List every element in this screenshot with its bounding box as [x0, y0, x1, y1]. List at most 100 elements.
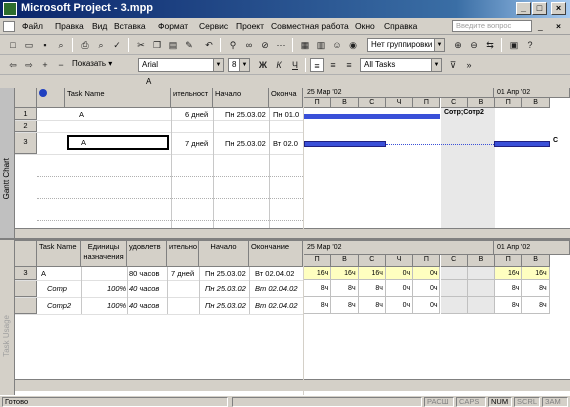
start-cell[interactable]: Пн 25.03.02 — [205, 300, 246, 311]
gantt-bar[interactable] — [304, 141, 386, 147]
duration-cell[interactable]: 7 дней — [171, 268, 194, 279]
copy-icon[interactable]: ❐ — [150, 38, 164, 52]
finish-cell[interactable]: Вт 02.04.02 — [255, 268, 294, 279]
doc-minimize-button[interactable]: _ — [538, 21, 543, 31]
finish-cell[interactable]: Вт 02.04.02 — [255, 283, 298, 294]
maximize-button[interactable]: □ — [532, 2, 547, 15]
column-header-duration[interactable]: ительно — [167, 241, 199, 267]
show-dropdown[interactable]: Показать ▾ — [72, 59, 112, 68]
work-cell[interactable]: 8ч — [495, 297, 523, 314]
work-cell[interactable]: 80 часов — [129, 268, 160, 279]
plus-icon[interactable]: + — [38, 58, 52, 72]
minus-icon[interactable]: − — [54, 58, 68, 72]
start-cell[interactable]: Пн 25.03.02 — [225, 138, 266, 149]
start-cell[interactable]: Пн 25.03.02 — [205, 268, 246, 279]
work-cell[interactable]: 8ч — [304, 280, 332, 297]
split-task-icon[interactable]: ⋯ — [274, 38, 288, 52]
menu-file[interactable]: Файл — [22, 21, 43, 31]
work-cell[interactable] — [467, 267, 496, 280]
cut-icon[interactable]: ✂ — [134, 38, 148, 52]
menu-collaborate[interactable]: Совместная работа — [271, 21, 349, 31]
work-cell[interactable]: 0ч — [413, 280, 441, 297]
select-all-corner[interactable] — [15, 88, 37, 108]
title-bar[interactable]: Microsoft Project - 3.mpp _ □ × — [0, 0, 570, 18]
autofilter-icon[interactable]: ⊽ — [446, 58, 460, 72]
task-name-cell[interactable]: А — [79, 109, 84, 120]
notes-icon[interactable]: ▥ — [314, 38, 328, 52]
start-cell[interactable]: Пн 25.03.02 — [225, 109, 266, 120]
work-cell[interactable]: 0ч — [385, 280, 414, 297]
active-cell[interactable]: А — [67, 135, 169, 150]
group-by-combo[interactable]: Нет группировки ▼ — [367, 38, 445, 52]
task-info-icon[interactable]: ▦ — [298, 38, 312, 52]
format-painter-icon[interactable]: ✎ — [182, 38, 196, 52]
work-cell[interactable]: 16ч — [522, 267, 550, 280]
row-id[interactable]: 3 — [15, 132, 37, 154]
entry-bar[interactable]: А — [0, 75, 570, 88]
menu-project[interactable]: Проект — [236, 21, 264, 31]
arrow-right-icon[interactable]: ⇨ — [22, 58, 36, 72]
close-button[interactable]: × — [551, 2, 566, 15]
print-icon[interactable]: ⎙ — [78, 38, 92, 52]
work-cell[interactable]: 8ч — [358, 280, 386, 297]
column-header-task-name[interactable]: Task Name — [37, 241, 81, 267]
align-right-icon[interactable]: ≡ — [342, 58, 356, 72]
italic-button[interactable]: К — [272, 58, 286, 72]
row-id[interactable] — [15, 297, 37, 314]
row-id[interactable] — [15, 280, 37, 297]
work-cell[interactable]: 0ч — [385, 297, 414, 314]
task-name-cell[interactable]: А — [41, 268, 46, 279]
gantt-view-bar[interactable]: Gantt Chart — [0, 88, 15, 238]
work-cell[interactable]: 8ч — [331, 280, 359, 297]
start-cell[interactable]: Пн 25.03.02 — [205, 283, 246, 294]
work-cell[interactable]: 40 часов — [129, 283, 159, 294]
menu-view[interactable]: Вид — [92, 21, 107, 31]
gantt-bar[interactable] — [304, 114, 440, 119]
minimize-button[interactable]: _ — [516, 2, 531, 15]
usage-chart-scrollbar[interactable] — [304, 379, 570, 391]
units-cell[interactable]: 100% — [107, 300, 126, 311]
align-center-icon[interactable]: ≡ — [326, 58, 340, 72]
gantt-bar[interactable] — [494, 141, 550, 147]
work-cell[interactable]: 0ч — [413, 297, 441, 314]
search-icon[interactable]: ⌕ — [54, 38, 68, 52]
column-header-start[interactable]: Начало — [199, 241, 249, 267]
new-icon[interactable]: □ — [6, 38, 20, 52]
copy-picture-icon[interactable]: ▣ — [507, 38, 521, 52]
work-cell[interactable] — [467, 297, 496, 314]
work-cell[interactable]: 8ч — [522, 280, 550, 297]
assignment-name-cell[interactable]: Сотр2 — [47, 300, 71, 311]
work-cell[interactable]: 8ч — [495, 280, 523, 297]
column-header-finish[interactable]: Оконча — [269, 88, 303, 108]
preview-icon[interactable]: ⌕ — [94, 38, 108, 52]
hyperlink-icon[interactable]: ⚲ — [226, 38, 240, 52]
menu-insert[interactable]: Вставка — [114, 21, 146, 31]
work-cell[interactable]: 0ч — [385, 267, 414, 280]
column-header-units[interactable]: Единицы назначения — [81, 241, 127, 267]
usage-view-bar[interactable]: Task Usage — [0, 240, 15, 395]
work-cell[interactable]: 8ч — [304, 297, 332, 314]
row-id[interactable]: 1 — [15, 108, 37, 120]
usage-table-scrollbar[interactable] — [15, 379, 303, 391]
work-cell[interactable]: 16ч — [331, 267, 359, 280]
row-id[interactable]: 2 — [15, 120, 37, 132]
duration-cell[interactable]: 6 дней — [185, 109, 208, 120]
document-icon[interactable] — [3, 21, 15, 32]
filter-combo[interactable]: All Tasks ▼ — [360, 58, 442, 72]
paste-icon[interactable]: ▤ — [166, 38, 180, 52]
save-icon[interactable]: ▪ — [38, 38, 52, 52]
column-header-finish[interactable]: Окончание — [249, 241, 303, 267]
work-cell[interactable]: 16ч — [358, 267, 386, 280]
arrow-left-icon[interactable]: ⇦ — [6, 58, 20, 72]
finish-cell[interactable]: Вт 02.04.02 — [255, 300, 298, 311]
work-cell[interactable] — [440, 297, 468, 314]
work-cell[interactable]: 8ч — [358, 297, 386, 314]
goto-task-icon[interactable]: ⇆ — [483, 38, 497, 52]
chart-scrollbar[interactable] — [304, 228, 570, 238]
more-buttons-icon[interactable]: » — [462, 58, 476, 72]
column-header-task-name[interactable]: Task Name — [65, 88, 171, 108]
link-tasks-icon[interactable]: ∞ — [242, 38, 256, 52]
font-combo[interactable]: Arial ▼ — [138, 58, 224, 72]
column-header-duration[interactable]: ительност — [171, 88, 213, 108]
font-size-combo[interactable]: 8 ▼ — [228, 58, 250, 72]
